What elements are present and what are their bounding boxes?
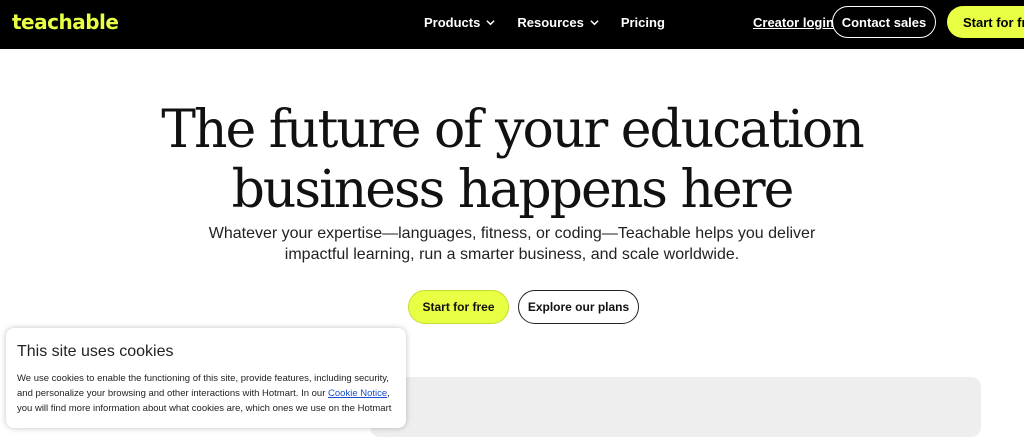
hero-media-panel [370,377,981,437]
nav-products-label: Products [424,15,481,30]
nav-resources-label: Resources [517,15,584,30]
hero-subtitle: Whatever your expertise—languages, fitne… [200,223,824,265]
contact-sales-button[interactable]: Contact sales [832,6,936,38]
main-nav: Products Resources Pricing [424,15,665,30]
start-for-free-header-button[interactable]: Start for free [947,6,1024,38]
nav-pricing[interactable]: Pricing [621,15,665,30]
top-navigation-bar: teachable Products Resources Pricing Cre… [0,0,1024,49]
explore-plans-button[interactable]: Explore our plans [518,290,639,324]
start-for-free-button[interactable]: Start for free [408,290,509,324]
nav-pricing-label: Pricing [620,15,665,30]
nav-resources[interactable]: Resources [517,15,599,30]
hero-title-line-2: business happens here [231,160,795,220]
chevron-down-icon [486,20,495,26]
cookie-banner-text: We use cookies to enable the functioning… [17,371,395,416]
cookie-banner-title: This site uses cookies [17,343,174,360]
creator-login-link[interactable]: Creator login [753,15,834,30]
hero-title: The future of your education business ha… [0,100,1024,220]
cookie-banner: This site uses cookies We use cookies to… [6,328,406,428]
teachable-logo[interactable]: teachable [12,10,119,34]
nav-products[interactable]: Products [424,15,495,30]
chevron-down-icon [590,20,599,26]
hero-title-line-1: The future of your education [161,100,864,160]
hero-subtitle-line-2: impactful learning, run a smarter busine… [284,246,740,263]
cookie-notice-link[interactable]: Cookie Notice [328,388,387,399]
hero-subtitle-line-1: Whatever your expertise—languages, fitne… [208,225,816,242]
